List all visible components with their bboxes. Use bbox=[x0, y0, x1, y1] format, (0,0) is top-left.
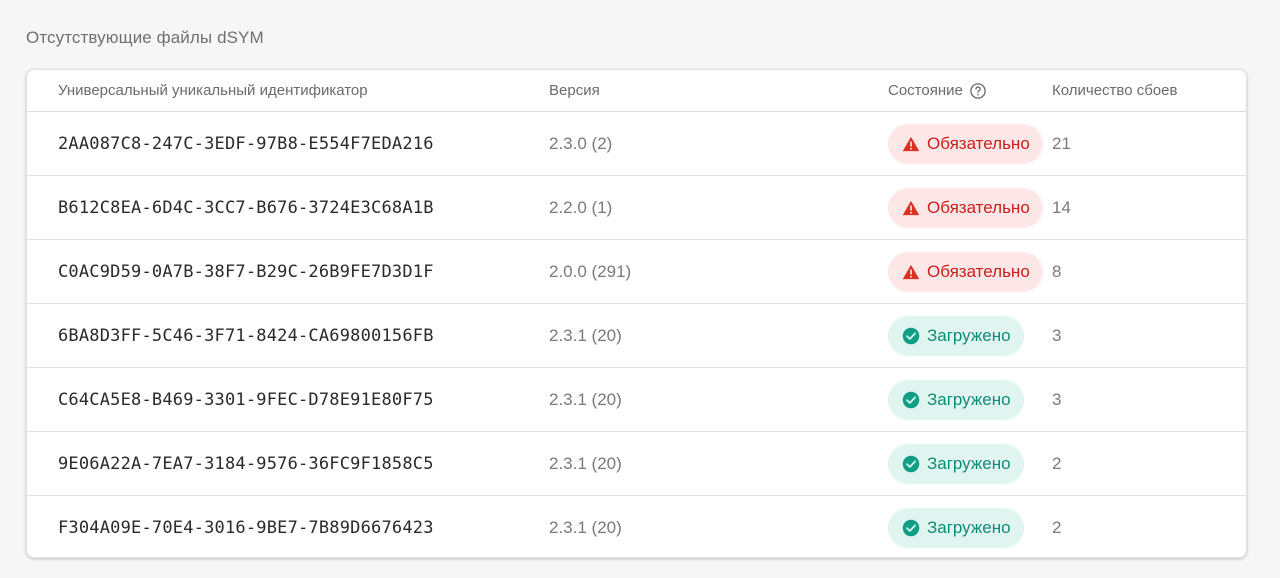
state-cell: Обязательно bbox=[888, 240, 1043, 304]
uuid-cell: C64CA5E8-B469-3301-9FEC-D78E91E80F75 bbox=[58, 390, 434, 410]
header-count-label: Количество сбоев bbox=[1052, 82, 1178, 99]
status-badge-label: Обязательно bbox=[927, 262, 1030, 281]
version-cell: 2.3.1 (20) bbox=[549, 518, 622, 537]
check-circle-icon bbox=[902, 391, 920, 409]
state-cell: Загружено bbox=[888, 496, 1024, 557]
header-version[interactable]: Версия bbox=[549, 82, 600, 100]
status-badge-label: Загружено bbox=[927, 518, 1011, 537]
version-cell: 2.3.1 (20) bbox=[549, 390, 622, 409]
header-version-label: Версия bbox=[549, 82, 600, 99]
dsym-table-card: Универсальный уникальный идентификатор В… bbox=[26, 69, 1247, 558]
status-badge: Обязательно bbox=[888, 188, 1043, 228]
crash-count-cell: 21 bbox=[1052, 134, 1071, 153]
header-uuid-label: Универсальный уникальный идентификатор bbox=[58, 82, 368, 99]
uuid-cell: B612C8EA-6D4C-3CC7-B676-3724E3C68A1B bbox=[58, 198, 434, 218]
status-badge: Загружено bbox=[888, 380, 1024, 420]
uuid-cell: 9E06A22A-7EA7-3184-9576-36FC9F1858C5 bbox=[58, 454, 434, 474]
header-uuid[interactable]: Универсальный уникальный идентификатор bbox=[58, 82, 368, 100]
state-cell: Обязательно bbox=[888, 176, 1043, 240]
table-row[interactable]: B612C8EA-6D4C-3CC7-B676-3724E3C68A1B 2.2… bbox=[27, 176, 1246, 240]
version-cell: 2.3.1 (20) bbox=[549, 326, 622, 345]
state-cell: Загружено bbox=[888, 304, 1024, 368]
crash-count-cell: 3 bbox=[1052, 390, 1062, 409]
state-cell: Обязательно bbox=[888, 112, 1043, 176]
status-badge: Загружено bbox=[888, 316, 1024, 356]
warning-triangle-icon bbox=[902, 200, 920, 216]
status-badge: Обязательно bbox=[888, 124, 1043, 164]
warning-triangle-icon bbox=[902, 264, 920, 280]
version-cell: 2.0.0 (291) bbox=[549, 262, 632, 281]
state-cell: Загружено bbox=[888, 432, 1024, 496]
status-badge-label: Обязательно bbox=[927, 134, 1030, 153]
crash-count-cell: 8 bbox=[1052, 262, 1062, 281]
crash-count-cell: 3 bbox=[1052, 326, 1062, 345]
uuid-cell: F304A09E-70E4-3016-9BE7-7B89D6676423 bbox=[58, 518, 434, 538]
table-header: Универсальный уникальный идентификатор В… bbox=[27, 70, 1246, 112]
table-row[interactable]: 2AA087C8-247C-3EDF-97B8-E554F7EDA216 2.3… bbox=[27, 112, 1246, 176]
status-badge-label: Загружено bbox=[927, 454, 1011, 473]
table-row[interactable]: C64CA5E8-B469-3301-9FEC-D78E91E80F75 2.3… bbox=[27, 368, 1246, 432]
status-badge: Загружено bbox=[888, 444, 1024, 484]
check-circle-icon bbox=[902, 455, 920, 473]
table-row[interactable]: 9E06A22A-7EA7-3184-9576-36FC9F1858C5 2.3… bbox=[27, 432, 1246, 496]
version-cell: 2.3.0 (2) bbox=[549, 134, 613, 153]
uuid-cell: 6BA8D3FF-5C46-3F71-8424-CA69800156FB bbox=[58, 326, 434, 346]
status-badge-label: Загружено bbox=[927, 390, 1011, 409]
crash-count-cell: 2 bbox=[1052, 454, 1062, 473]
header-count[interactable]: Количество сбоев bbox=[1052, 82, 1177, 100]
missing-dsym-page: Отсутствующие файлы dSYM Универсальный у… bbox=[0, 0, 1280, 578]
status-badge-label: Обязательно bbox=[927, 198, 1030, 217]
check-circle-icon bbox=[902, 327, 920, 345]
version-cell: 2.2.0 (1) bbox=[549, 198, 613, 217]
section-title: Отсутствующие файлы dSYM bbox=[26, 28, 264, 47]
uuid-cell: 2AA087C8-247C-3EDF-97B8-E554F7EDA216 bbox=[58, 134, 434, 154]
check-circle-icon bbox=[902, 519, 920, 537]
status-badge: Загружено bbox=[888, 508, 1024, 548]
status-badge: Обязательно bbox=[888, 252, 1043, 292]
crash-count-cell: 2 bbox=[1052, 518, 1062, 537]
version-cell: 2.3.1 (20) bbox=[549, 454, 622, 473]
state-cell: Загружено bbox=[888, 368, 1024, 432]
header-state-label: Состояние bbox=[888, 82, 963, 99]
header-state[interactable]: Состояние bbox=[888, 82, 987, 100]
table-row[interactable]: C0AC9D59-0A7B-38F7-B29C-26B9FE7D3D1F 2.0… bbox=[27, 240, 1246, 304]
help-circle-icon[interactable] bbox=[969, 82, 987, 100]
table-row[interactable]: F304A09E-70E4-3016-9BE7-7B89D6676423 2.3… bbox=[27, 496, 1246, 557]
crash-count-cell: 14 bbox=[1052, 198, 1071, 217]
warning-triangle-icon bbox=[902, 136, 920, 152]
table-row[interactable]: 6BA8D3FF-5C46-3F71-8424-CA69800156FB 2.3… bbox=[27, 304, 1246, 368]
status-badge-label: Загружено bbox=[927, 326, 1011, 345]
uuid-cell: C0AC9D59-0A7B-38F7-B29C-26B9FE7D3D1F bbox=[58, 262, 434, 282]
table-body: 2AA087C8-247C-3EDF-97B8-E554F7EDA216 2.3… bbox=[27, 112, 1246, 557]
